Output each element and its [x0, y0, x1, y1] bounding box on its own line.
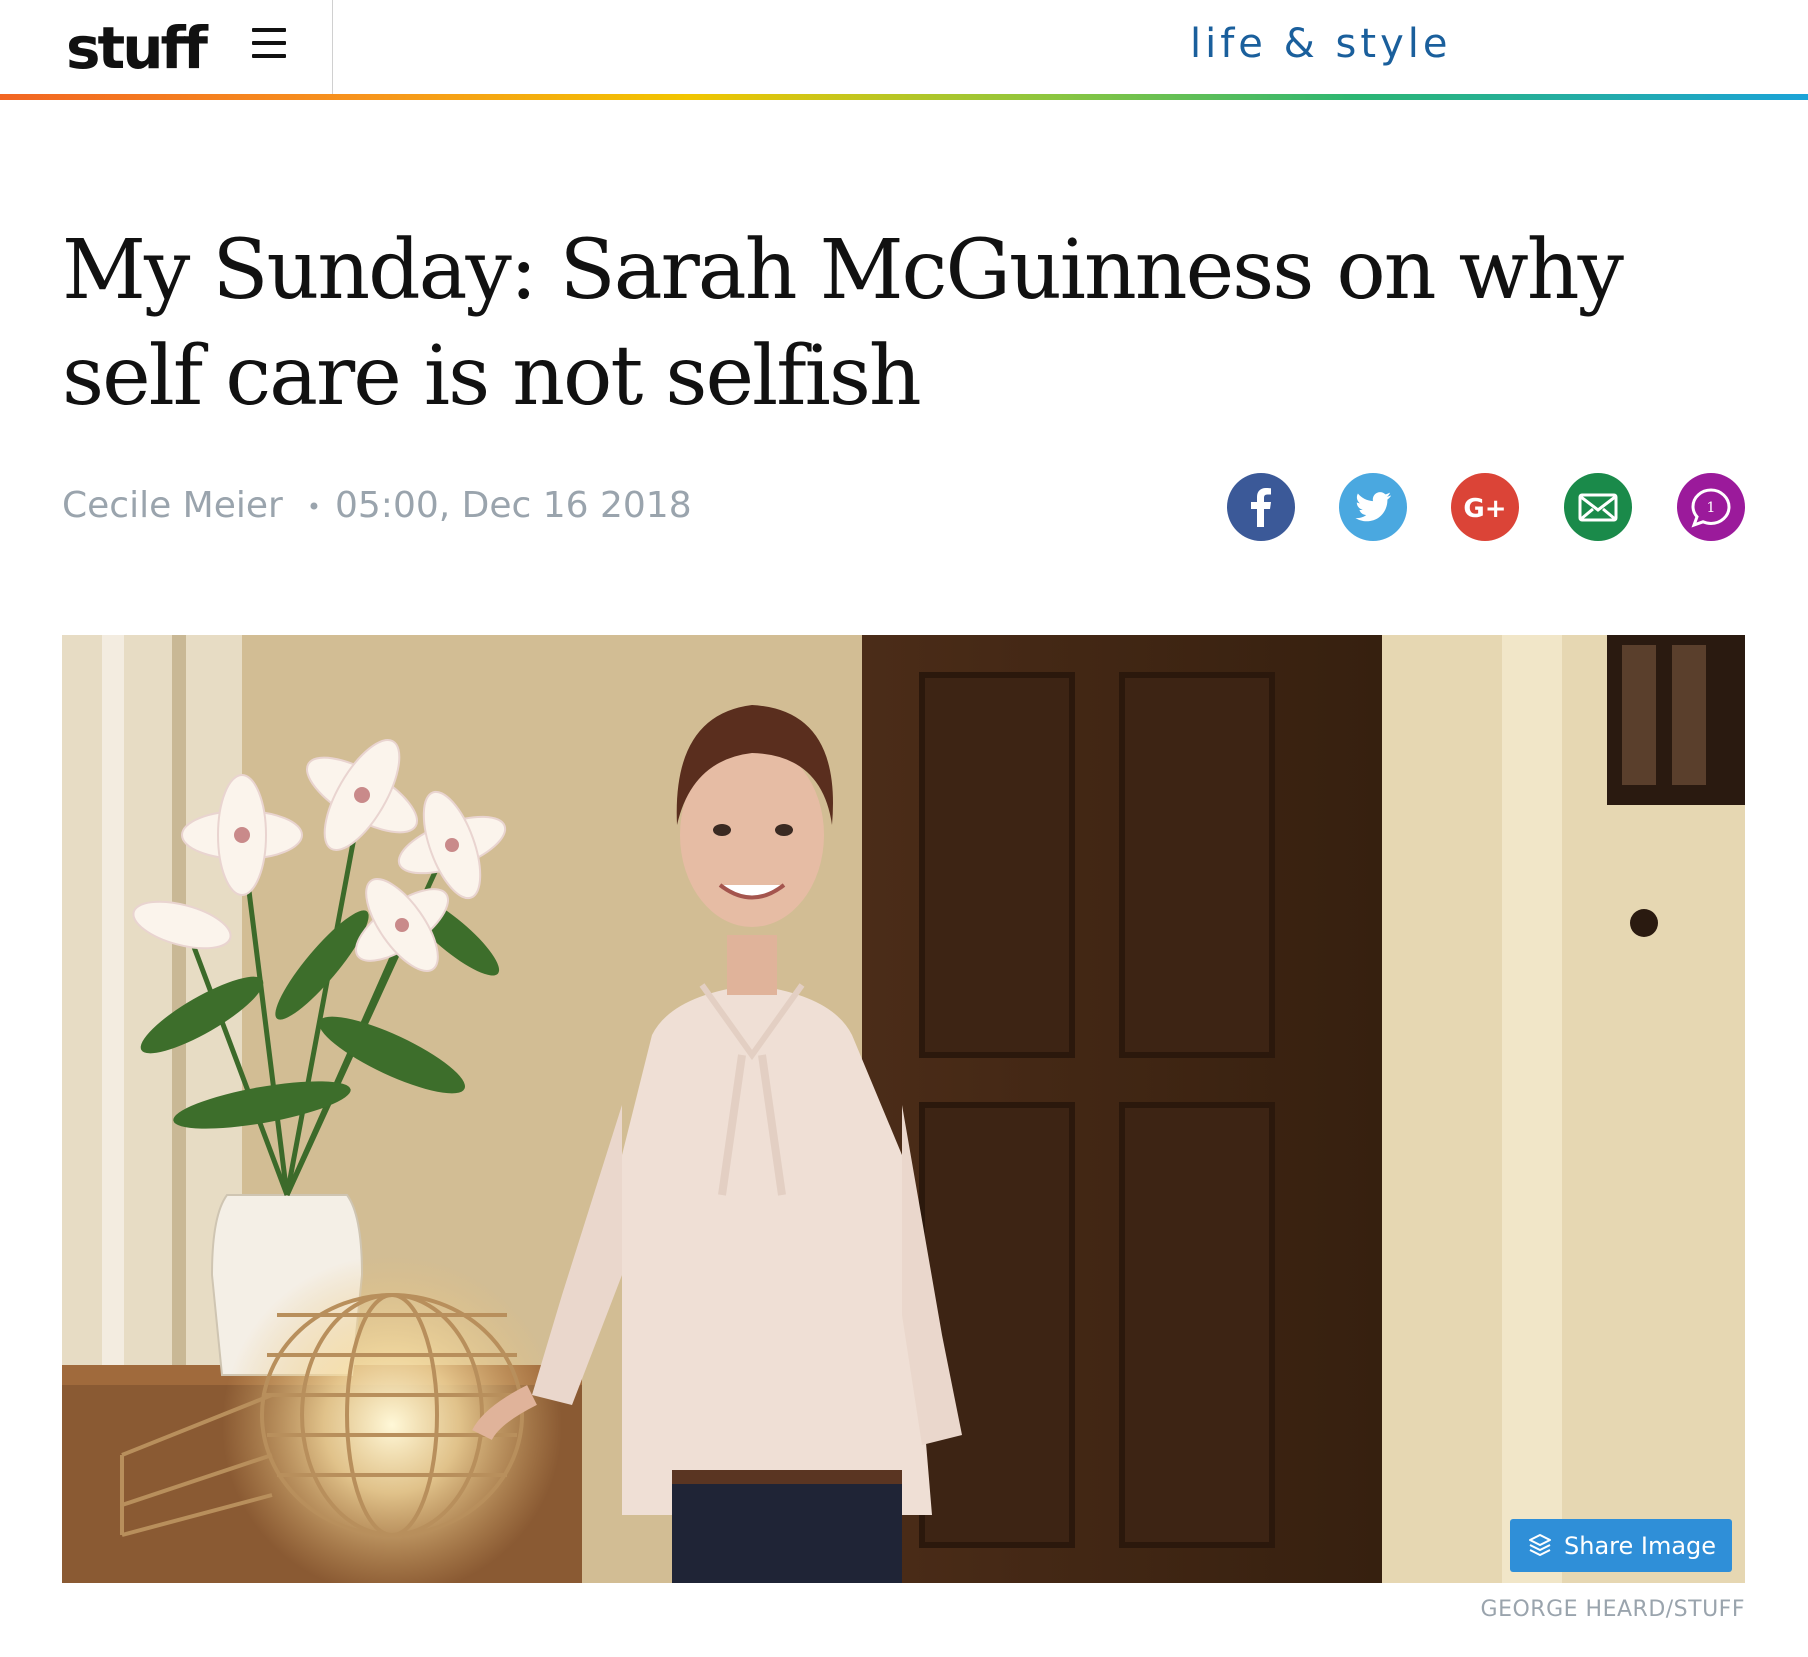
header-divider	[332, 0, 333, 95]
article-headline: My Sunday: Sarah McGuinness on why self …	[62, 223, 1624, 424]
photo-credit: GEORGE HEARD/STUFF	[1480, 1597, 1745, 1622]
comment-count: 1	[1707, 500, 1716, 516]
google-plus-icon: G+	[1451, 473, 1519, 541]
layers-icon	[1529, 1534, 1551, 1556]
stuff-logo[interactable]: stuff	[66, 8, 208, 88]
comments-icon: 1	[1677, 473, 1745, 541]
comments-button[interactable]: 1	[1677, 473, 1745, 541]
facebook-share-button[interactable]	[1227, 473, 1295, 541]
section-title[interactable]: life & style	[1190, 14, 1451, 74]
twitter-icon	[1339, 473, 1407, 541]
byline: Cecile Meier • 05:00, Dec 16 2018	[62, 485, 692, 526]
rainbow-divider	[0, 94, 1808, 100]
google-plus-label: G+	[1463, 494, 1506, 524]
google-plus-share-button[interactable]: G+	[1451, 473, 1519, 541]
author-name[interactable]: Cecile Meier	[62, 485, 283, 526]
facebook-icon	[1227, 473, 1295, 541]
top-bar: stuff life & style	[0, 0, 1808, 95]
byline-separator: •	[306, 493, 321, 521]
share-image-button[interactable]: Share Image	[1510, 1519, 1732, 1572]
email-icon	[1564, 473, 1632, 541]
publish-timestamp: 05:00, Dec 16 2018	[335, 485, 692, 526]
hero-image[interactable]	[62, 635, 1745, 1583]
email-share-button[interactable]	[1564, 473, 1632, 541]
hamburger-menu-icon[interactable]	[252, 28, 286, 58]
hero-photo-illustration	[62, 635, 1745, 1583]
share-image-label: Share Image	[1564, 1532, 1717, 1560]
twitter-share-button[interactable]	[1339, 473, 1407, 541]
